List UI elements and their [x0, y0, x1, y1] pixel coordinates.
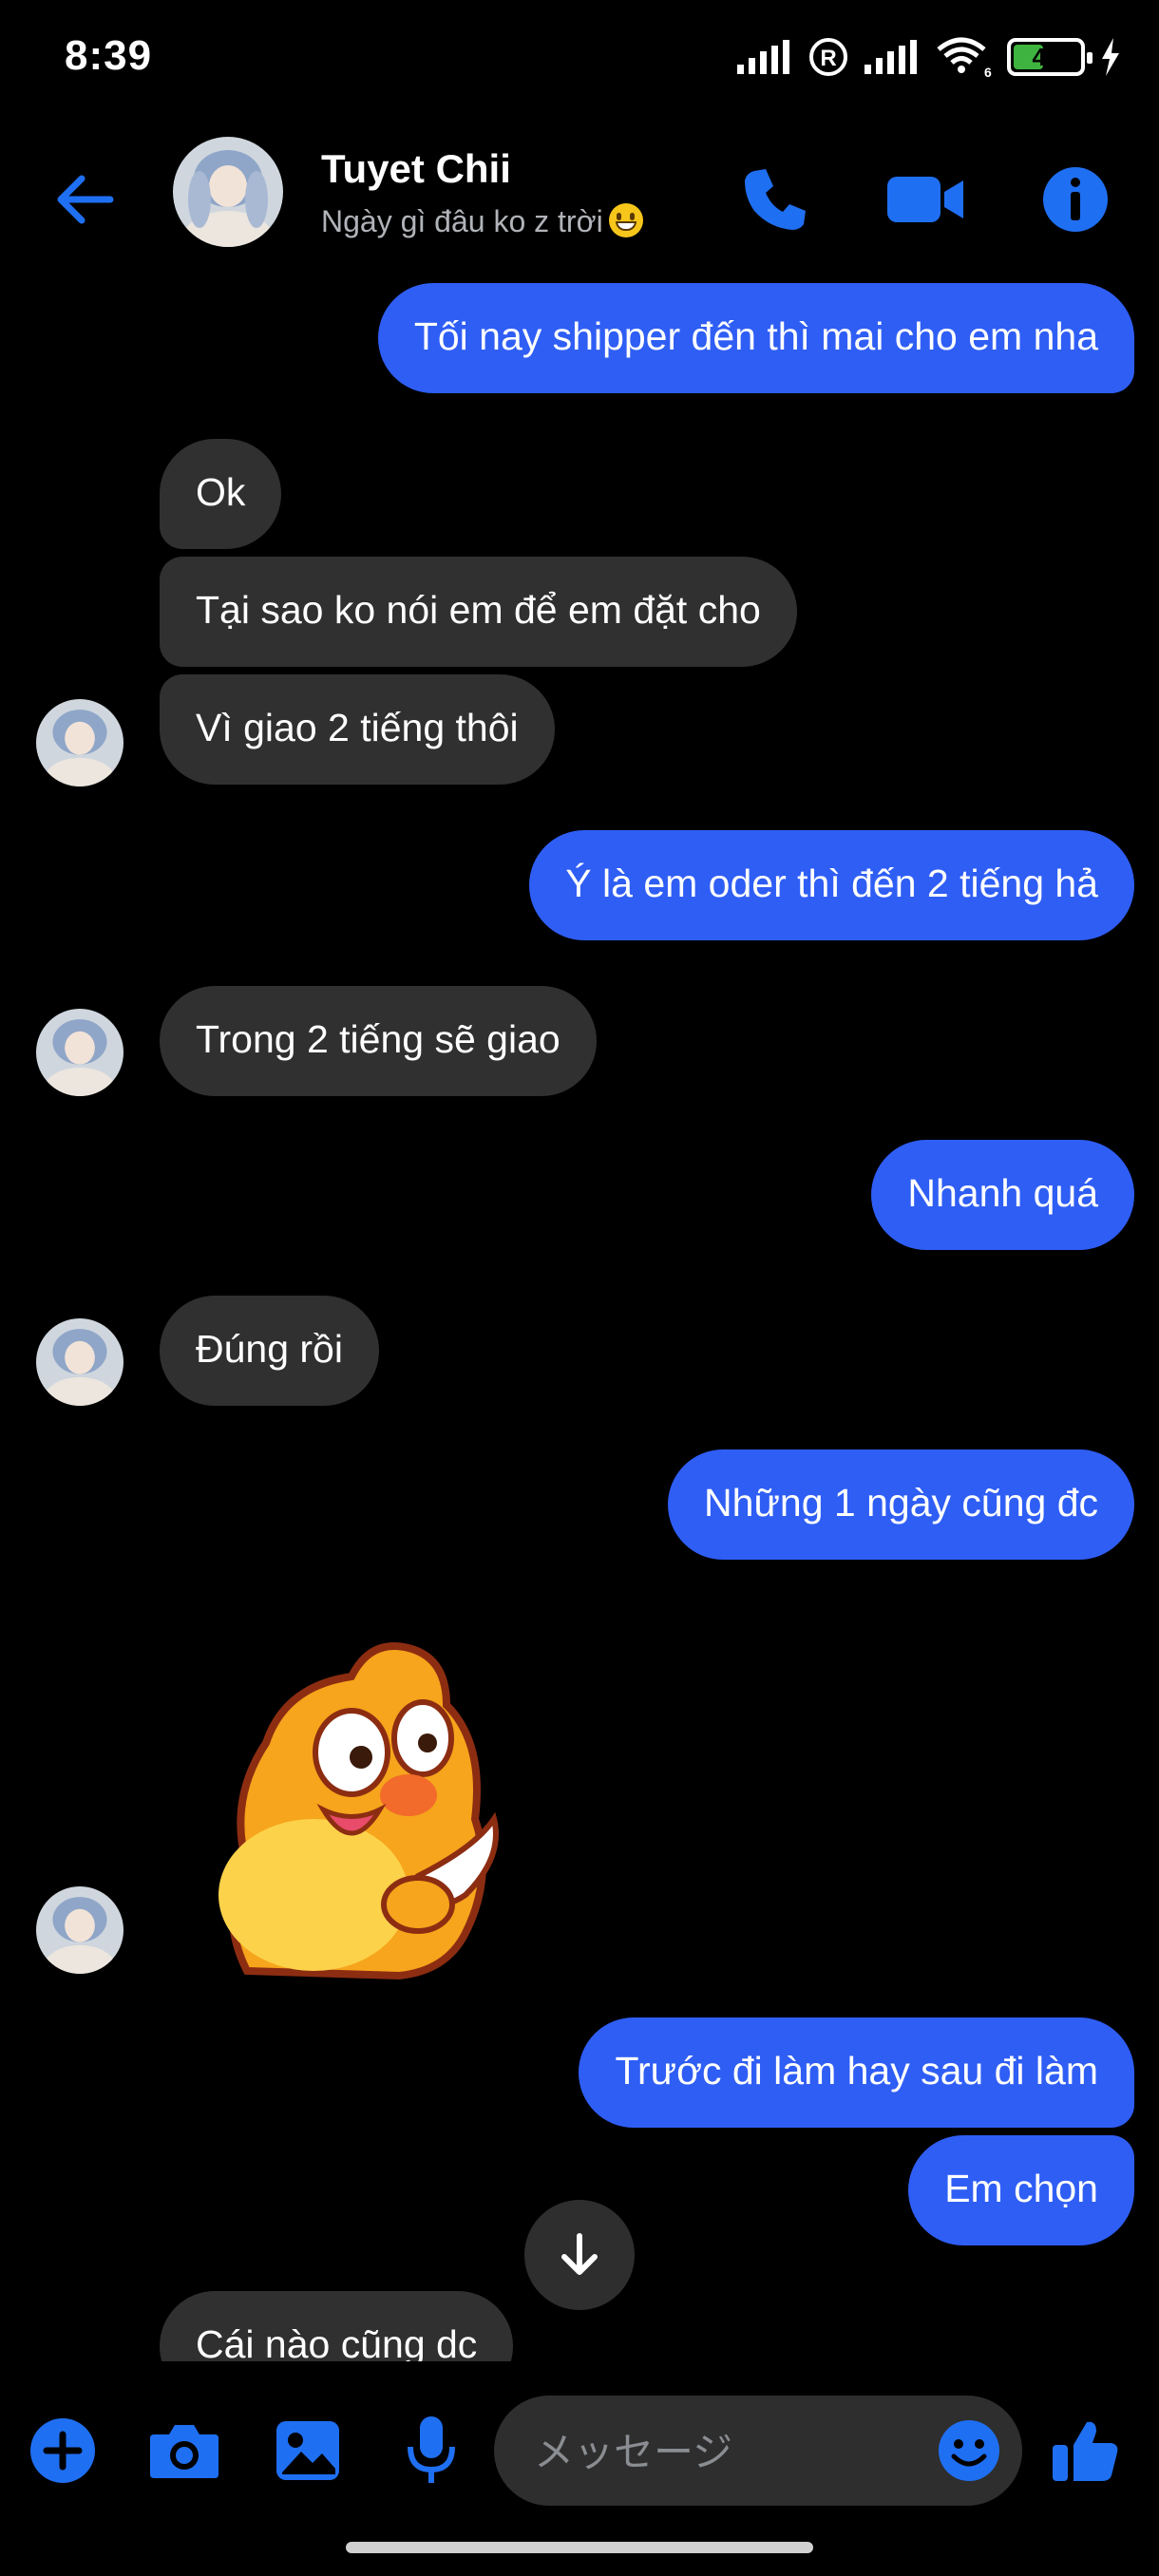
contact-name: Tuyet Chii [321, 146, 511, 191]
voice-message-button[interactable] [393, 2413, 469, 2489]
registered-icon: R [809, 38, 847, 76]
camera-icon [150, 2425, 218, 2478]
message-list[interactable]: Tối nay shipper đến thì mai cho em nha O… [0, 275, 1159, 2361]
info-icon [1043, 167, 1108, 232]
message-bubble-incoming[interactable]: Ok [160, 439, 282, 549]
home-indicator[interactable] [346, 2542, 813, 2553]
plus-icon [30, 2418, 95, 2483]
sender-avatar[interactable] [36, 1886, 124, 1974]
phone-icon [745, 169, 806, 230]
message-bubble-outgoing[interactable]: Trước đi làm hay sau đi làm [579, 2017, 1134, 2128]
contact-avatar[interactable] [173, 137, 283, 247]
grinning-emoji-icon [608, 203, 643, 237]
back-button[interactable] [48, 161, 124, 237]
gallery-button[interactable] [270, 2413, 346, 2489]
arrow-left-icon [57, 175, 114, 224]
qoobee-sticker-icon [218, 1642, 499, 1980]
contact-status: Ngày gì đâu ko z trời [321, 203, 643, 239]
add-button[interactable] [25, 2413, 101, 2489]
status-bar: 8:39 R 6 45 [0, 0, 1159, 114]
microphone-icon [408, 2416, 455, 2483]
conversation-header: Tuyet Chii Ngày gì đâu ko z trời [0, 123, 1159, 266]
message-bubble-outgoing[interactable]: Tối nay shipper đến thì mai cho em nha [377, 283, 1134, 393]
message-bubble-incoming[interactable]: Vì giao 2 tiếng thôi [160, 674, 555, 785]
voice-call-button[interactable] [737, 161, 813, 237]
wifi-icon: 6 [937, 37, 992, 78]
like-button[interactable] [1047, 2413, 1123, 2489]
message-bubble-incoming[interactable]: Cái nào cũng dc [160, 2291, 514, 2361]
message-bubble-outgoing[interactable]: Nhanh quá [871, 1140, 1134, 1250]
battery-level: 45 [1032, 43, 1060, 71]
message-bubble-outgoing[interactable]: Ý là em oder thì đến 2 tiếng hả [529, 830, 1134, 940]
video-call-button[interactable] [884, 161, 969, 237]
message-bubble-incoming[interactable]: Đúng rồi [160, 1296, 379, 1406]
battery-icon: 45 [1007, 38, 1092, 76]
sticker-message[interactable] [209, 1629, 504, 1980]
camera-button[interactable] [146, 2413, 222, 2489]
charging-icon [1102, 38, 1119, 76]
message-composer [0, 2375, 1159, 2527]
emoji-button[interactable] [935, 2416, 1003, 2485]
smiley-icon [939, 2420, 999, 2481]
message-field[interactable] [494, 2396, 1022, 2508]
image-icon [276, 2421, 339, 2480]
signal-icon-2 [864, 40, 917, 74]
video-camera-icon [887, 177, 963, 222]
message-bubble-outgoing[interactable]: Những 1 ngày cũng đc [668, 1449, 1134, 1560]
status-time: 8:39 [65, 32, 153, 79]
svg-text:6: 6 [984, 65, 992, 78]
message-input[interactable] [532, 2396, 916, 2508]
arrow-down-icon [561, 2233, 598, 2275]
svg-text:R: R [820, 46, 836, 71]
message-bubble-incoming[interactable]: Tại sao ko nói em để em đặt cho [160, 557, 797, 667]
status-icons: R 6 45 [737, 32, 1121, 82]
info-button[interactable] [1036, 160, 1115, 239]
scroll-to-bottom-button[interactable] [524, 2200, 635, 2310]
sender-avatar[interactable] [36, 699, 124, 786]
sender-avatar[interactable] [36, 1009, 124, 1096]
message-bubble-outgoing[interactable]: Em chọn [908, 2135, 1134, 2245]
contact-status-text: Ngày gì đâu ko z trời [321, 204, 603, 238]
message-bubble-incoming[interactable]: Trong 2 tiếng sẽ giao [160, 986, 597, 1096]
sender-avatar[interactable] [36, 1318, 124, 1406]
signal-icon [737, 40, 789, 74]
thumbs-up-icon [1053, 2421, 1118, 2481]
